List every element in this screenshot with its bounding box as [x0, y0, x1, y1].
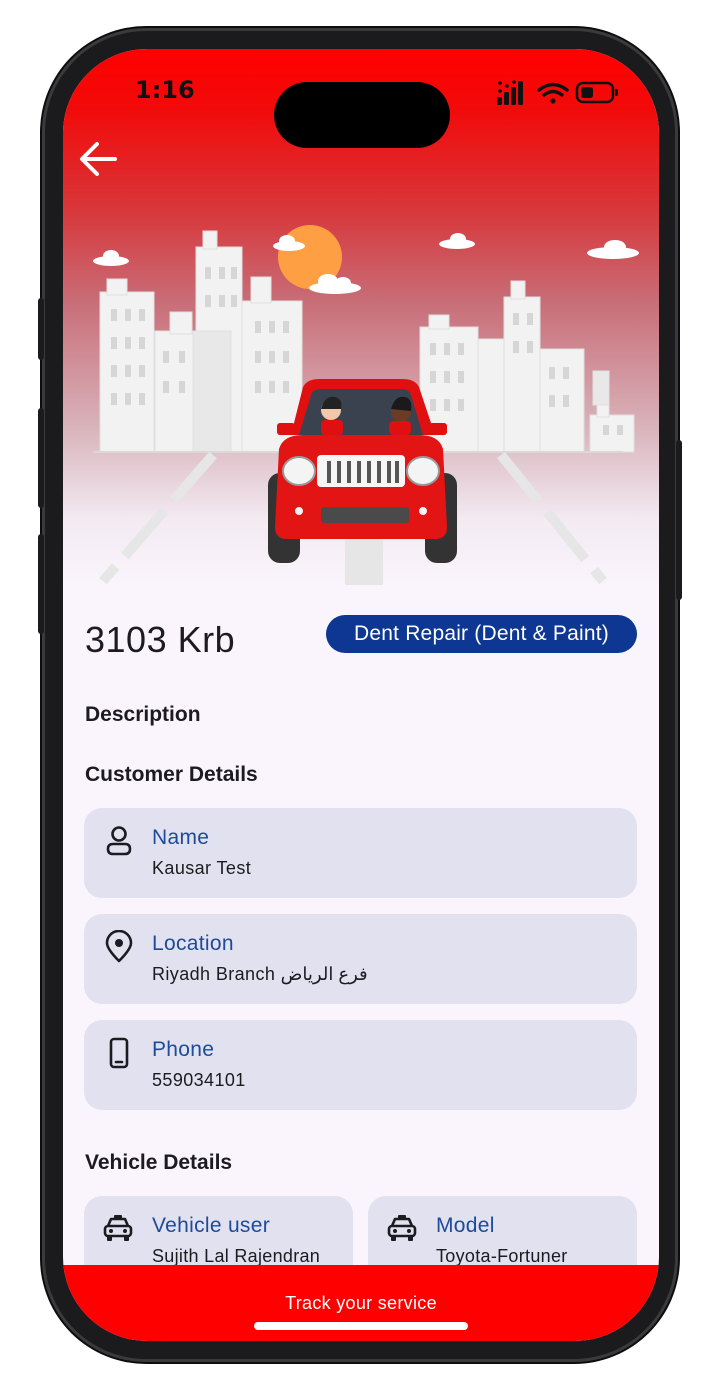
customer-phone-card[interactable]: Phone 559034101	[84, 1020, 637, 1110]
car-city-illustration	[93, 225, 639, 585]
vehicle-model-label: Model	[436, 1214, 495, 1237]
car-icon	[103, 1215, 133, 1241]
action-button	[38, 298, 44, 360]
vehicle-user-value: Sujith Lal Rajendran	[152, 1246, 321, 1266]
customer-name-label: Name	[152, 826, 210, 849]
customer-name-value: Kausar Test	[152, 858, 252, 878]
power-button	[676, 440, 682, 600]
volume-up-button	[38, 408, 44, 508]
customer-location-value: Riyadh Branch فرع الرياض	[152, 964, 368, 984]
cellular-signal-icon	[497, 80, 523, 105]
description-heading: Description	[85, 703, 201, 726]
customer-phone-label: Phone	[152, 1038, 215, 1061]
vehicle-model-value: Toyota-Fortuner	[436, 1246, 568, 1266]
arrow-left-icon[interactable]	[77, 139, 121, 179]
plate-number: 3103 Krb	[85, 619, 236, 660]
customer-details-heading: Customer Details	[85, 763, 258, 786]
person-icon	[106, 826, 132, 856]
track-service-label: Track your service	[285, 1293, 437, 1313]
customer-location-card: Location Riyadh Branch فرع الرياض	[84, 914, 637, 1004]
location-pin-icon	[105, 930, 133, 963]
status-icons	[497, 80, 618, 105]
vehicle-user-label: Vehicle user	[152, 1214, 271, 1237]
wifi-icon	[537, 82, 569, 104]
vehicle-details-heading: Vehicle Details	[85, 1151, 233, 1174]
hero-banner: 1:16	[63, 49, 659, 589]
customer-phone-value: 559034101	[152, 1070, 246, 1090]
battery-icon	[575, 81, 618, 104]
customer-location-label: Location	[152, 932, 234, 955]
service-type-badge: Dent Repair (Dent & Paint)	[326, 615, 637, 653]
customer-name-card: Name Kausar Test	[84, 808, 637, 898]
app-screen: 1:16 3103 Krb Dent Repair (Dent & Paint)…	[63, 49, 659, 1341]
dynamic-island	[274, 82, 450, 148]
car-icon	[387, 1215, 417, 1241]
volume-down-button	[38, 534, 44, 634]
phone-icon	[109, 1037, 129, 1069]
status-time: 1:16	[135, 76, 195, 104]
home-indicator[interactable]	[254, 1322, 468, 1330]
